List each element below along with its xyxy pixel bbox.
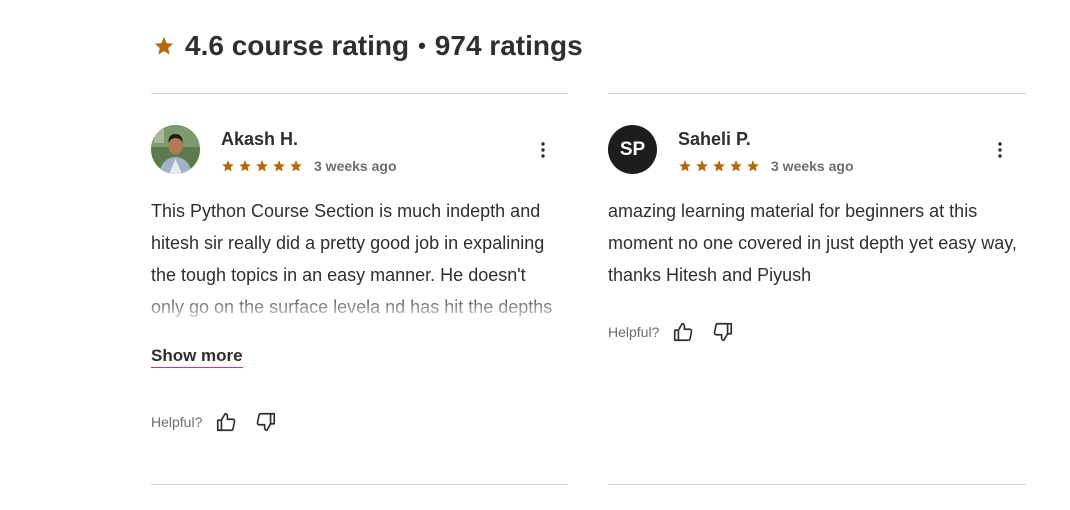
avatar — [151, 125, 200, 174]
reviewer-meta: Saheli P. 3 weeks ago — [678, 129, 854, 174]
separator-dot: • — [418, 33, 426, 58]
review-rating: 3 weeks ago — [678, 158, 854, 174]
reviewer: SP Saheli P. 3 weeks ago — [608, 125, 854, 174]
reviewer: Akash H. 3 weeks ago — [151, 125, 397, 174]
show-more-button[interactable]: Show more — [151, 346, 243, 368]
divider — [151, 93, 568, 94]
review-time: 3 weeks ago — [314, 158, 397, 174]
reviewer-meta: Akash H. 3 weeks ago — [221, 129, 397, 174]
star-icon — [713, 160, 725, 172]
reviewer-name: Saheli P. — [678, 129, 751, 149]
more-options-button[interactable] — [988, 138, 1012, 162]
helpful-label: Helpful? — [608, 324, 660, 340]
thumbs-up-button[interactable] — [214, 410, 238, 434]
review-time: 3 weeks ago — [771, 158, 854, 174]
thumbs-down-button[interactable] — [711, 320, 735, 344]
helpful-feedback: Helpful? — [151, 410, 294, 434]
more-options-button[interactable] — [531, 138, 555, 162]
thumbs-down-button[interactable] — [254, 410, 278, 434]
kebab-icon — [541, 142, 545, 158]
review-stars — [221, 159, 303, 173]
star-icon — [256, 160, 268, 172]
star-icon — [154, 36, 174, 55]
thumbs-up-icon — [217, 412, 236, 432]
review-stars — [678, 159, 760, 173]
star-icon — [273, 160, 285, 172]
divider — [608, 93, 1026, 94]
reviewer-name: Akash H. — [221, 129, 299, 149]
divider — [608, 484, 1026, 485]
helpful-feedback: Helpful? — [608, 320, 751, 344]
star-icon — [696, 160, 708, 172]
star-icon — [730, 160, 742, 172]
ratings-count: 974 ratings — [434, 30, 583, 61]
review-text: amazing learning material for beginners … — [608, 201, 1017, 285]
star-icon — [679, 160, 691, 172]
kebab-icon — [998, 142, 1002, 158]
thumbs-up-button[interactable] — [671, 320, 695, 344]
review-rating: 3 weeks ago — [221, 158, 397, 174]
course-rating-summary: 4.6 course rating • 974 ratings — [153, 30, 583, 62]
avatar: SP — [608, 125, 657, 174]
star-icon — [290, 160, 302, 172]
avatar-photo — [151, 125, 200, 174]
course-rating-text: 4.6 course rating — [185, 30, 410, 61]
thumbs-down-icon — [256, 412, 276, 432]
thumbs-up-icon — [674, 322, 693, 342]
star-icon — [222, 160, 234, 172]
divider — [151, 484, 568, 485]
helpful-label: Helpful? — [151, 414, 203, 430]
review-text: This Python Course Section is much indep… — [151, 201, 553, 317]
star-icon — [747, 160, 759, 172]
star-icon — [239, 160, 251, 172]
thumbs-down-icon — [713, 322, 733, 342]
